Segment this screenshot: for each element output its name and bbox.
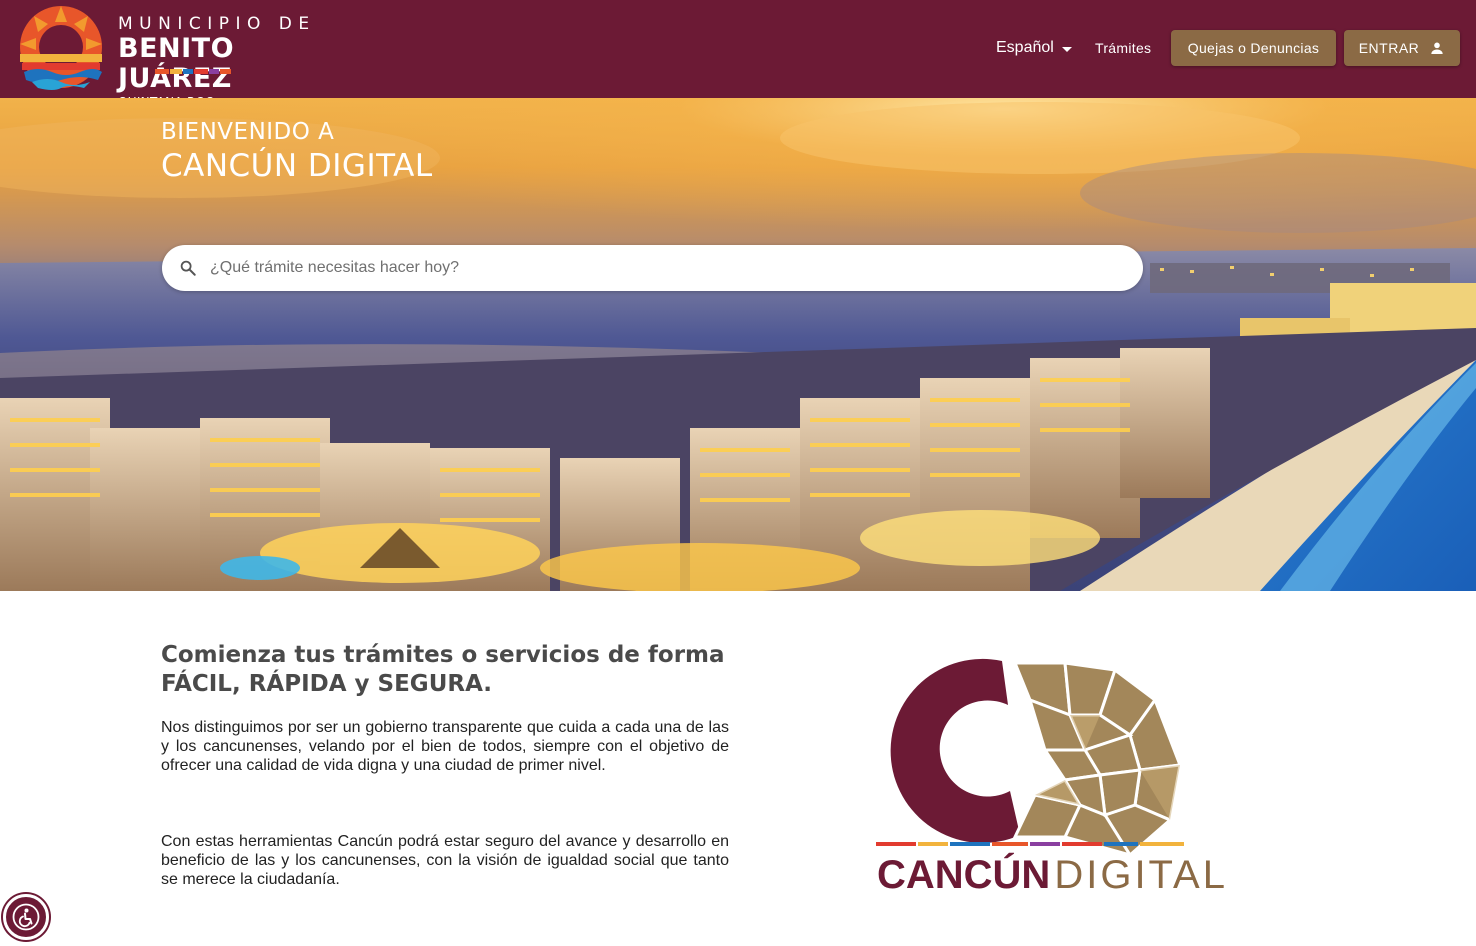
tramite-search-input[interactable]	[210, 253, 1110, 283]
accessibility-icon	[12, 903, 40, 931]
search-icon	[180, 260, 196, 276]
wordmark-cancun: CANCÚN	[877, 853, 1051, 897]
language-label: Español	[996, 39, 1054, 56]
quejas-denuncias-label: Quejas o Denuncias	[1187, 40, 1320, 56]
top-navbar: MUNICIPIO DE BENITO JUÁREZ QUINTANA ROO …	[0, 0, 1476, 109]
entrar-login-button[interactable]: ENTRAR	[1344, 30, 1460, 66]
sun-logo-icon	[20, 6, 102, 90]
wordmark-digital: DIGITAL	[1054, 853, 1228, 897]
quejas-denuncias-button[interactable]: Quejas o Denuncias	[1171, 30, 1336, 66]
nav-link-tramites[interactable]: Trámites	[1095, 38, 1151, 58]
intro-heading-line2: FÁCIL, RÁPIDA y SEGURA.	[161, 671, 493, 697]
municipio-logo[interactable]: MUNICIPIO DE BENITO JUÁREZ QUINTANA ROO	[18, 4, 338, 109]
caret-down-icon	[1061, 46, 1072, 52]
hero-title-cancun-digital: CANCÚN DIGITAL	[161, 148, 433, 184]
hero-banner: BIENVENIDO A CANCÚN DIGITAL	[0, 98, 1476, 591]
intro-paragraph-2: Con estas herramientas Cancún podrá esta…	[161, 833, 729, 888]
entrar-label: ENTRAR	[1358, 40, 1420, 56]
hero-title-welcome: BIENVENIDO A	[161, 119, 335, 145]
logo-line-municipio: MUNICIPIO DE	[118, 14, 316, 34]
cancun-digital-wordmark: CANCÚN DIGITAL	[877, 852, 1228, 898]
logo-line-benito-juarez: BENITO JUÁREZ	[118, 33, 235, 94]
tramite-search-bar	[162, 245, 1143, 291]
intro-paragraph-1: Nos distinguimos por ser un gobierno tra…	[161, 719, 729, 774]
person-icon	[1431, 42, 1443, 54]
intro-heading: Comienza tus trámites o servicios de for…	[161, 641, 741, 699]
intro-heading-line1: Comienza tus trámites o servicios de for…	[161, 642, 725, 668]
logo-color-stripe	[155, 69, 231, 74]
language-selector[interactable]: Español	[996, 36, 1072, 60]
accessibility-button[interactable]	[3, 894, 49, 940]
hero-title: BIENVENIDO A CANCÚN DIGITAL	[161, 118, 433, 186]
